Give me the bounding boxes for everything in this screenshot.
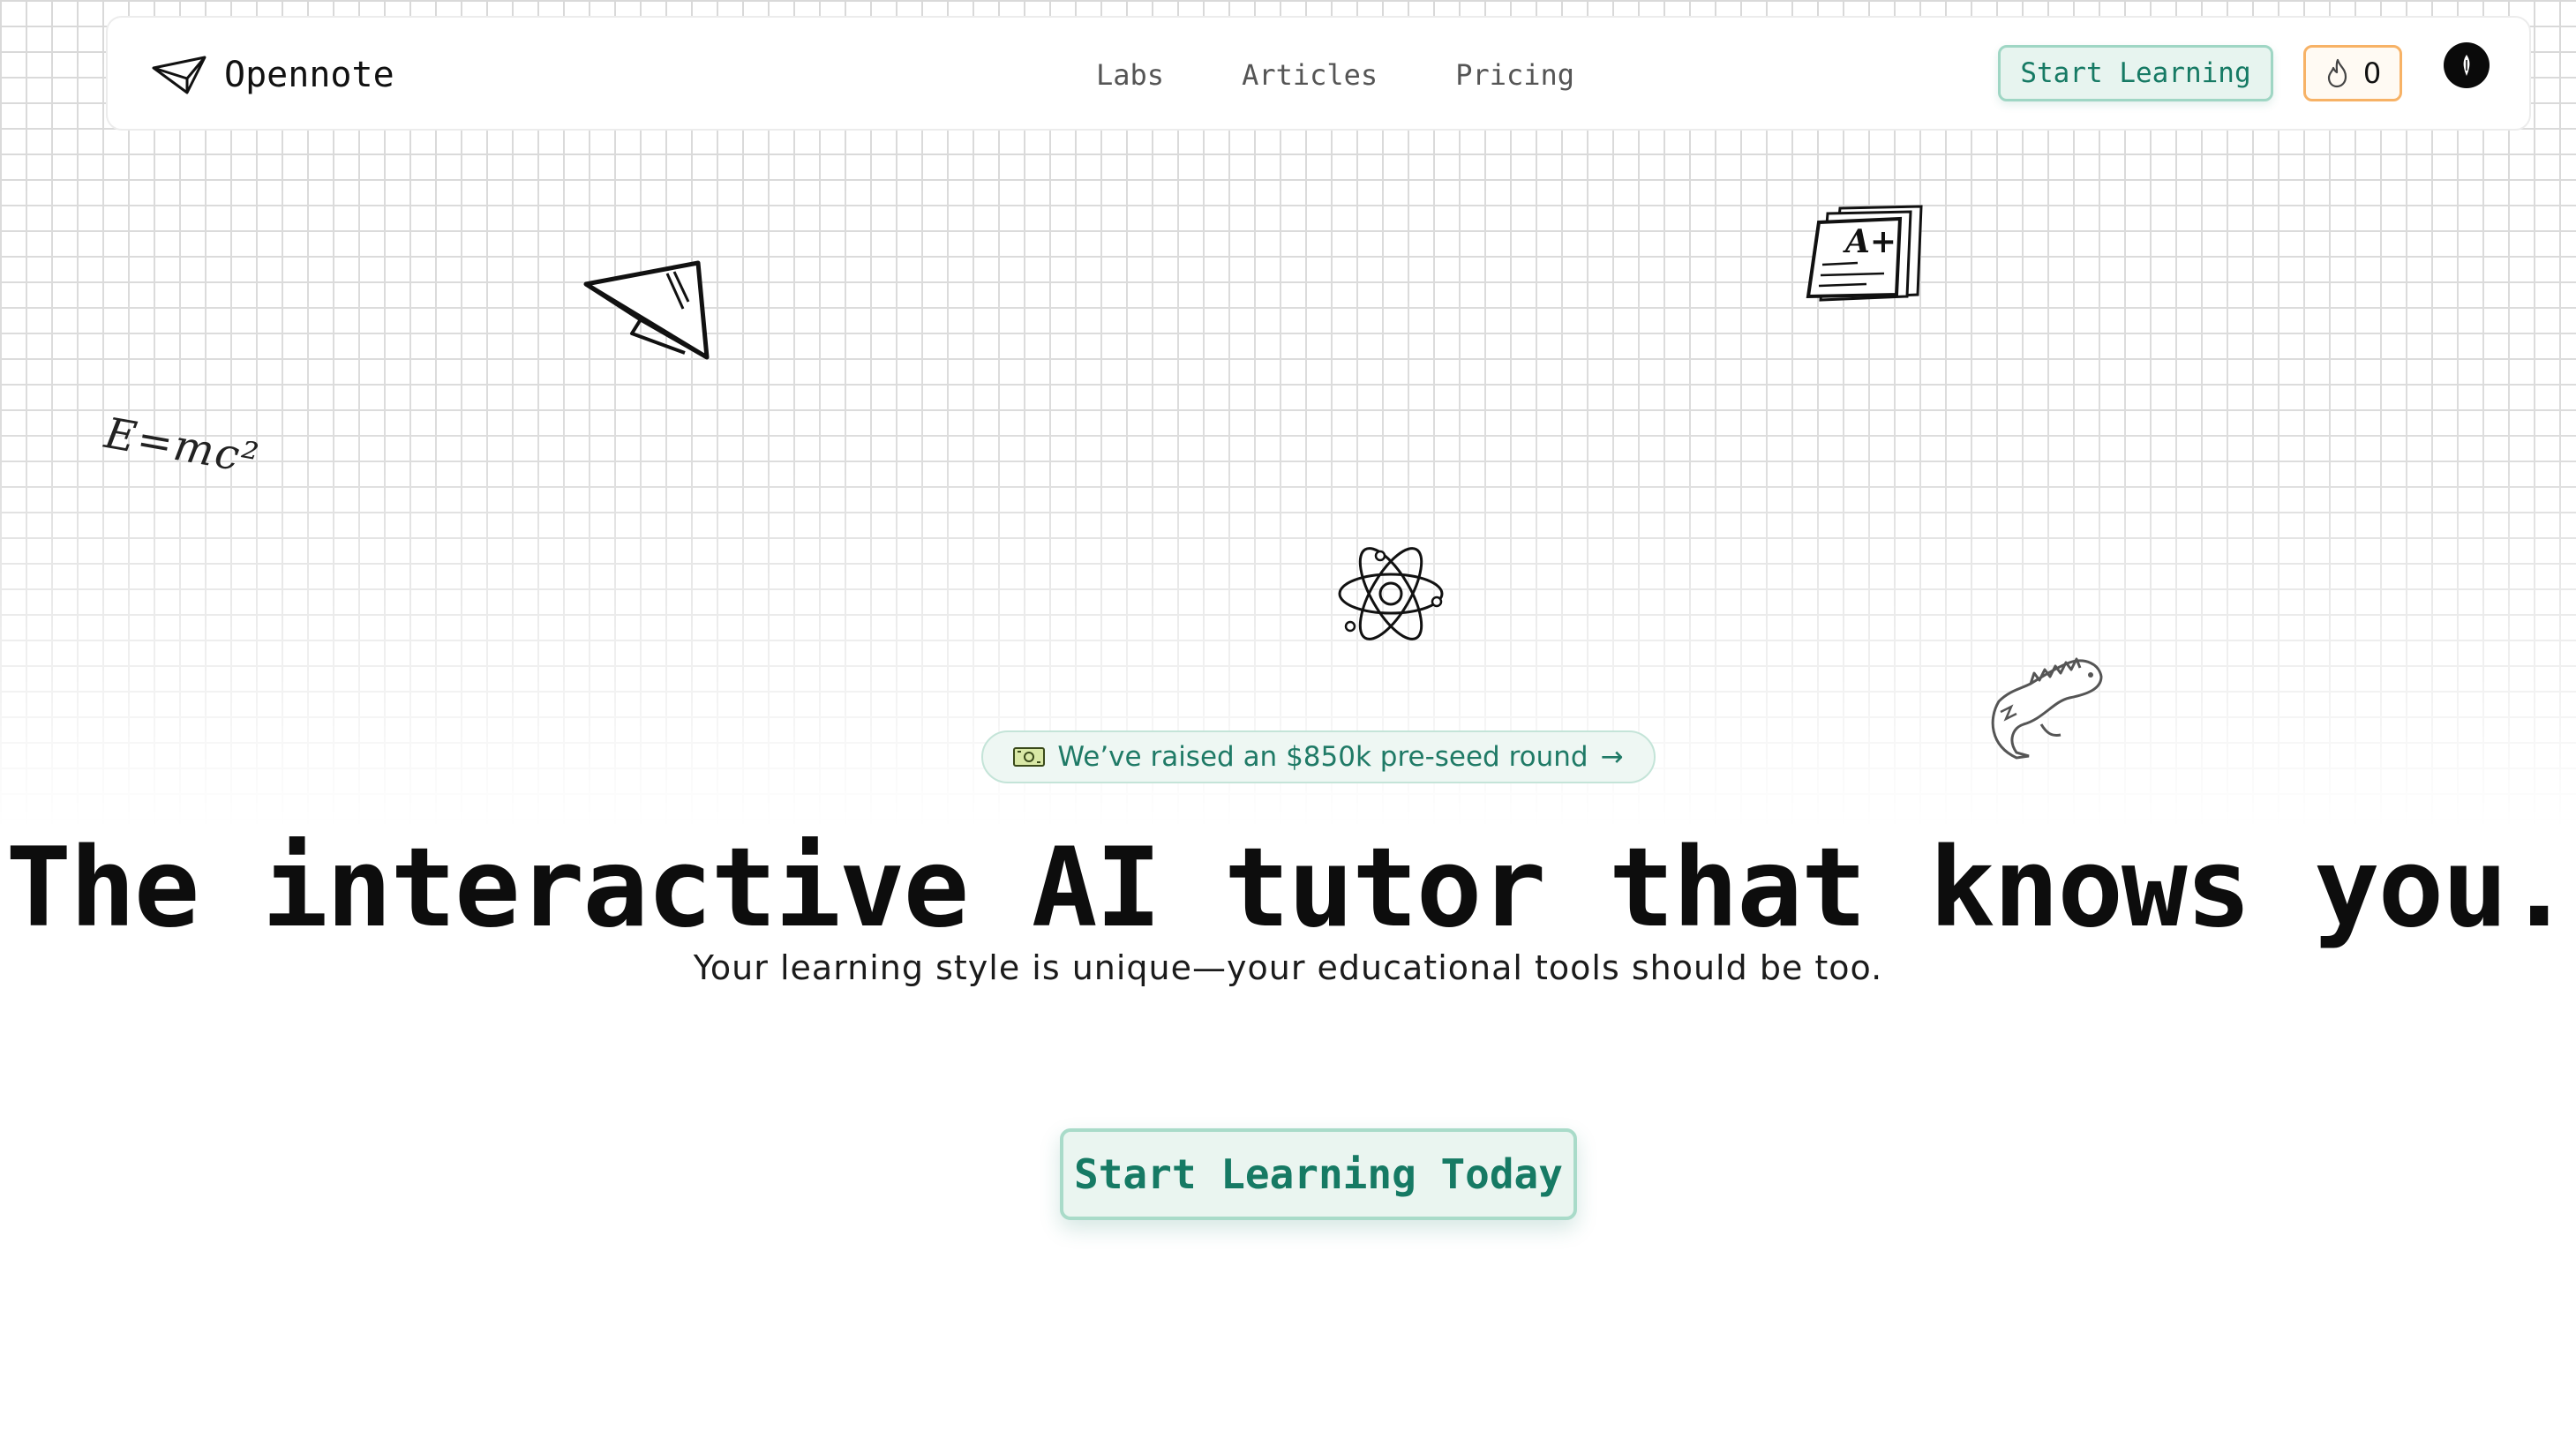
brand-name: Opennote: [224, 55, 394, 95]
landing-page: Opennote Labs Articles Pricing Start Lea…: [0, 0, 2576, 1453]
streak-counter[interactable]: 0: [2303, 45, 2402, 101]
pen-nib-icon: [2463, 55, 2470, 76]
nav-link-labs[interactable]: Labs: [1096, 58, 1164, 92]
start-learning-today-button[interactable]: Start Learning Today: [1060, 1128, 1577, 1220]
arrow-right-icon: →: [1600, 741, 1624, 773]
grade-text: A+: [1843, 223, 1896, 260]
hero-subtitle: Your learning style is unique—your educa…: [693, 948, 1883, 987]
nav-links: Labs Articles Pricing: [1096, 18, 1574, 132]
user-avatar[interactable]: [2444, 42, 2490, 88]
hero-title: The interactive AI tutor that knows you.: [5, 825, 2572, 952]
funding-announcement-badge[interactable]: We’ve raised an $850k pre-seed round →: [981, 730, 1656, 783]
nav-link-articles[interactable]: Articles: [1242, 58, 1378, 92]
nav-link-pricing[interactable]: Pricing: [1455, 58, 1574, 92]
streak-count: 0: [2362, 56, 2382, 90]
announcement-text: We’ve raised an $850k pre-seed round: [1057, 741, 1588, 773]
brand-logo[interactable]: Opennote: [152, 18, 394, 132]
dinosaur-doodle-icon: [1991, 657, 2103, 760]
atom-doodle-icon: [1338, 547, 1444, 640]
top-navbar: Opennote Labs Articles Pricing Start Lea…: [106, 16, 2531, 131]
flame-icon: [2327, 58, 2347, 88]
graded-paper-doodle-icon: A+: [1806, 205, 1923, 302]
start-learning-button[interactable]: Start Learning: [1998, 45, 2273, 101]
money-icon: [1013, 747, 1046, 767]
paper-plane-logo-icon: [152, 56, 207, 94]
paper-plane-doodle-icon: [583, 260, 710, 360]
